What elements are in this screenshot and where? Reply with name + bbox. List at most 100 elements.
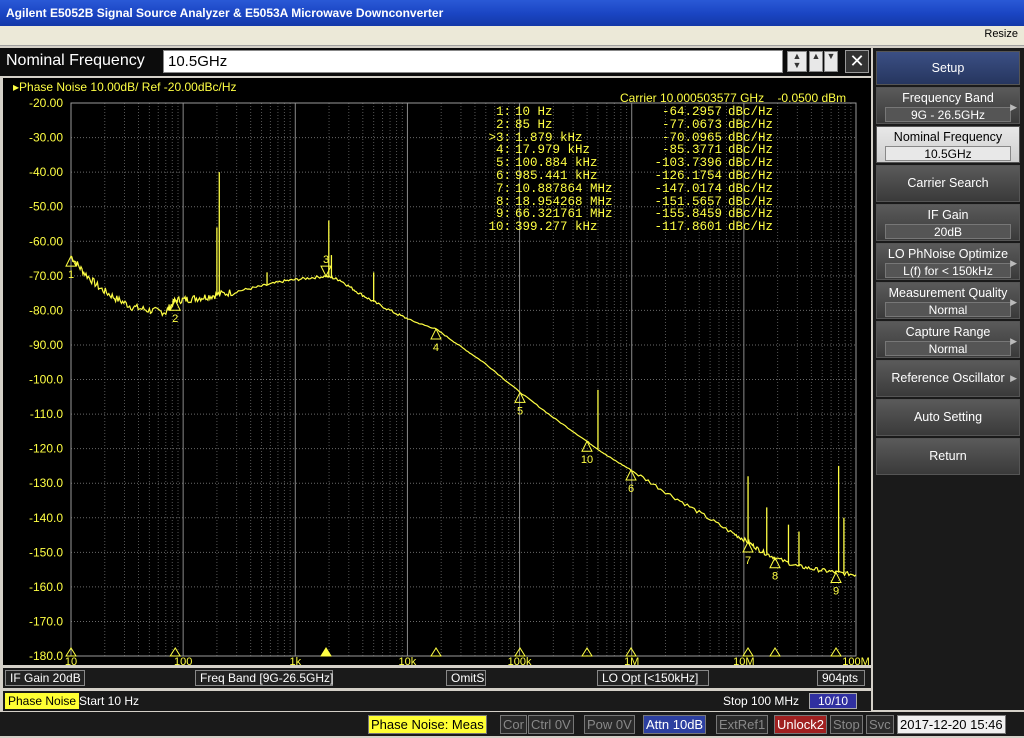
y-tick-label: -170.0 — [29, 614, 63, 628]
trace-name-badge[interactable]: Phase Noise — [5, 693, 80, 709]
spin-updown-button[interactable]: ▲ ▼ — [787, 51, 807, 72]
axis-marker-indicator — [625, 647, 637, 657]
points-status[interactable]: 904pts — [817, 670, 865, 686]
submenu-arrow-icon: ▶ — [1010, 102, 1017, 112]
if-gain-status[interactable]: IF Gain 20dB — [5, 670, 85, 686]
reference-oscillator-label: Reference Oscillator — [891, 371, 1005, 385]
submenu-arrow-icon: ▶ — [1010, 258, 1017, 268]
lo-phnoise-optimize-button[interactable]: LO PhNoise Optimize L(f) for < 150kHz ▶ — [876, 243, 1020, 280]
marker-triangle — [830, 571, 842, 584]
y-tick-label: -100.0 — [29, 373, 63, 387]
auto-setting-button[interactable]: Auto Setting — [876, 399, 1020, 436]
y-tick-label: -60.00 — [29, 234, 63, 248]
marker-idx: 2: — [495, 117, 511, 132]
marker-value: -117.8601 — [654, 220, 722, 235]
nominal-frequency-button[interactable]: Nominal Frequency 10.5GHz — [876, 126, 1020, 163]
softkey-menu-title: Setup — [876, 51, 1020, 85]
spin-fine-up-button[interactable]: ▲ — [809, 51, 823, 72]
trace-title: ▸Phase Noise 10.00dB/ Ref -20.00dBc/Hz — [13, 80, 237, 94]
marker-idx: 1: — [495, 105, 511, 119]
marker-value: -64.2957 — [661, 105, 722, 119]
x-tick-label: 100k — [508, 656, 532, 665]
y-tick-label: -140.0 — [29, 511, 63, 525]
atten-indicator: Attn 10dB — [643, 715, 707, 734]
y-tick-label: -130.0 — [29, 476, 63, 490]
reference-oscillator-button[interactable]: Reference Oscillator ▶ — [876, 360, 1020, 397]
stop-frequency[interactable]: Stop 100 MHz — [723, 694, 799, 708]
y-tick-label: -30.00 — [29, 131, 63, 145]
marker-freq: 10 Hz — [515, 105, 553, 119]
status-bar-sweep: Phase Noise Start 10 Hz Stop 100 MHz 10/… — [3, 691, 871, 711]
svc-indicator: Svc — [866, 715, 894, 734]
window-title: Agilent E5052B Signal Source Analyzer & … — [6, 6, 444, 20]
omits-status[interactable]: OmitS — [446, 670, 486, 686]
capture-range-value: Normal — [885, 341, 1011, 356]
capture-range-label: Capture Range — [905, 325, 991, 339]
if-gain-label: IF Gain — [927, 208, 969, 222]
phase-noise-plot[interactable]: -20.00 -30.00 -40.00 -50.00 -60.00 -70.00 -80.… — [3, 78, 871, 665]
marker-row: 6: 985.441 kHz -126.1754 dBc/Hz — [475, 170, 773, 183]
if-gain-value: 20dB — [885, 224, 1011, 239]
marker-freq: 985.441 kHz — [515, 168, 598, 183]
marker-label: 10 — [581, 454, 593, 466]
marker-idx: 6: — [495, 168, 511, 183]
x-tick-label: 1k — [289, 656, 301, 665]
marker-unit: dBc/Hz — [728, 220, 774, 235]
marker-value: -147.0174 — [654, 181, 722, 196]
frequency-band-button[interactable]: Frequency Band 9G - 26.5GHz ▶ — [876, 87, 1020, 124]
capture-range-button[interactable]: Capture Range Normal ▶ — [876, 321, 1020, 358]
freq-band-status[interactable]: Freq Band [9G-26.5GHz] — [195, 670, 333, 686]
x-tick-label: 100M — [842, 656, 870, 665]
x-tick-label: 100 — [174, 656, 192, 665]
unlock-indicator: Unlock2 — [774, 715, 827, 734]
return-label: Return — [929, 449, 967, 463]
marker-label: 4 — [433, 342, 439, 354]
submenu-arrow-icon: ▶ — [1010, 297, 1017, 307]
carrier-info: Carrier 10.000503577 GHz -0.0500 dBm — [620, 91, 847, 105]
measurement-quality-button[interactable]: Measurement Quality Normal ▶ — [876, 282, 1020, 319]
marker-table: 1: 10 Hz -64.2957 dBc/Hz 2: 85 Hz -77.0673 dBc/… — [475, 106, 773, 234]
y-tick-label: -160.0 — [29, 580, 63, 594]
x-tick-label: 10 — [65, 656, 77, 665]
axis-marker-indicator — [169, 647, 182, 657]
channel-indicator[interactable]: 10/10 — [809, 693, 857, 709]
marker-row: 10: 399.277 kHz -117.8601 dBc/Hz — [475, 221, 773, 234]
return-button[interactable]: Return — [876, 438, 1020, 475]
y-tick-label: -50.00 — [29, 200, 63, 214]
y-tick-label: -120.0 — [29, 442, 63, 456]
entry-bar: Nominal Frequency 10.5GHz ▲ ▼ ▲ ▼ ✕ — [0, 48, 871, 76]
cor-indicator: Cor — [500, 715, 527, 734]
measurement-quality-label: Measurement Quality — [888, 286, 1008, 300]
resize-button[interactable]: Resize — [984, 28, 1018, 40]
nominal-frequency-input[interactable]: 10.5GHz — [163, 50, 783, 73]
marker-label: 6 — [628, 483, 634, 495]
submenu-arrow-icon: ▶ — [1010, 336, 1017, 346]
entry-close-button[interactable]: ✕ — [845, 50, 869, 73]
axis-marker-indicator — [769, 647, 781, 657]
nominal-frequency-label: Nominal Frequency — [893, 130, 1003, 144]
spin-fine-down-button[interactable]: ▼ — [824, 51, 838, 72]
marker-label: 8 — [772, 571, 778, 583]
analyzer-window: Agilent E5052B Signal Source Analyzer & … — [0, 0, 1024, 738]
ctrl-indicator: Ctrl 0V — [528, 715, 574, 734]
marker-unit: dBc/Hz — [728, 105, 774, 119]
marker-label: 3 — [323, 254, 329, 266]
if-gain-button[interactable]: IF Gain 20dB — [876, 204, 1020, 241]
window-title-bar: Agilent E5052B Signal Source Analyzer & … — [0, 0, 1024, 26]
carrier-search-button[interactable]: Carrier Search — [876, 165, 1020, 202]
lo-opt-status[interactable]: LO Opt [<150kHz] — [597, 670, 709, 686]
marker-label: 2 — [172, 313, 178, 325]
axis-marker-indicator — [742, 647, 754, 657]
lo-phnoise-value: L(f) for < 150kHz — [885, 263, 1011, 278]
close-icon: ✕ — [849, 51, 865, 71]
lo-phnoise-label: LO PhNoise Optimize — [887, 247, 1009, 261]
softkey-title-label: Setup — [931, 61, 965, 75]
marker-freq: 10.887864 MHz — [515, 181, 613, 196]
meas-indicator: Phase Noise: Meas — [368, 715, 487, 734]
start-frequency[interactable]: Start 10 Hz — [79, 694, 139, 708]
marker-unit: dBc/Hz — [728, 181, 774, 196]
softkey-panel: Setup Frequency Band 9G - 26.5GHz ▶ Nomi… — [873, 48, 1024, 710]
x-tick-label: 10k — [399, 656, 417, 665]
auto-setting-label: Auto Setting — [913, 410, 983, 424]
marker-freq: 85 Hz — [515, 117, 553, 132]
